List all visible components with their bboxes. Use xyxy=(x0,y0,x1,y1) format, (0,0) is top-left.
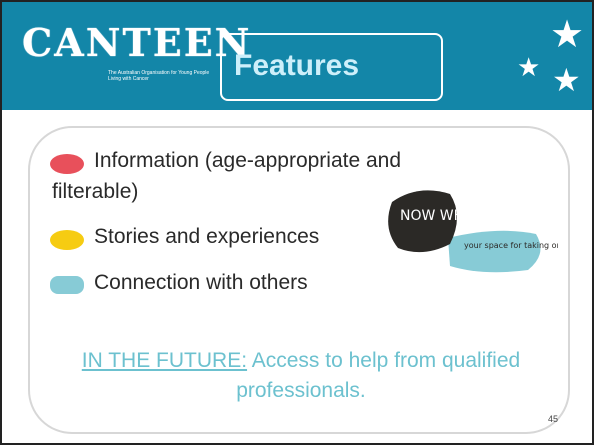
now-what-tagline: your space for taking on cancer xyxy=(464,241,558,250)
features-panel: Information (age-appropriate and filtera… xyxy=(28,126,570,434)
star-icon: ★ xyxy=(552,62,581,98)
page-number: 45 xyxy=(547,414,558,424)
future-note: IN THE FUTURE: Access to help from quali… xyxy=(30,346,572,376)
logo-tagline: The Australian Organisation for Young Pe… xyxy=(108,70,210,82)
future-note-cont: professionals. xyxy=(30,376,572,406)
now-what-logo: NOW WHAT your space for taking on cancer xyxy=(388,190,558,273)
future-text-cont: professionals. xyxy=(236,379,366,402)
future-label: IN THE FUTURE: xyxy=(81,349,248,372)
future-text: Access to help from qualified xyxy=(247,349,521,372)
title-frame: Features xyxy=(220,33,443,101)
red-bullet-icon xyxy=(50,154,84,174)
feature-connection: Connection with others xyxy=(94,271,308,294)
blue-bullet-icon xyxy=(50,276,84,294)
canteen-logo: CANTEEN The Australian Organisation for … xyxy=(20,20,249,100)
header-banner: CANTEEN The Australian Organisation for … xyxy=(2,2,592,110)
star-icon: ★ xyxy=(550,14,585,56)
slide-title: Features xyxy=(234,49,360,82)
now-what-text: NOW WHAT xyxy=(400,208,482,224)
yellow-bullet-icon xyxy=(50,230,84,250)
slide: CANTEEN The Australian Organisation for … xyxy=(0,0,594,445)
star-icon: ★ xyxy=(517,52,541,82)
logo-wordmark: CANTEEN xyxy=(22,20,252,65)
feature-information: Information (age-appropriate and xyxy=(94,149,402,172)
feature-information-cont: filterable) xyxy=(52,180,139,203)
feature-stories: Stories and experiences xyxy=(94,225,320,248)
